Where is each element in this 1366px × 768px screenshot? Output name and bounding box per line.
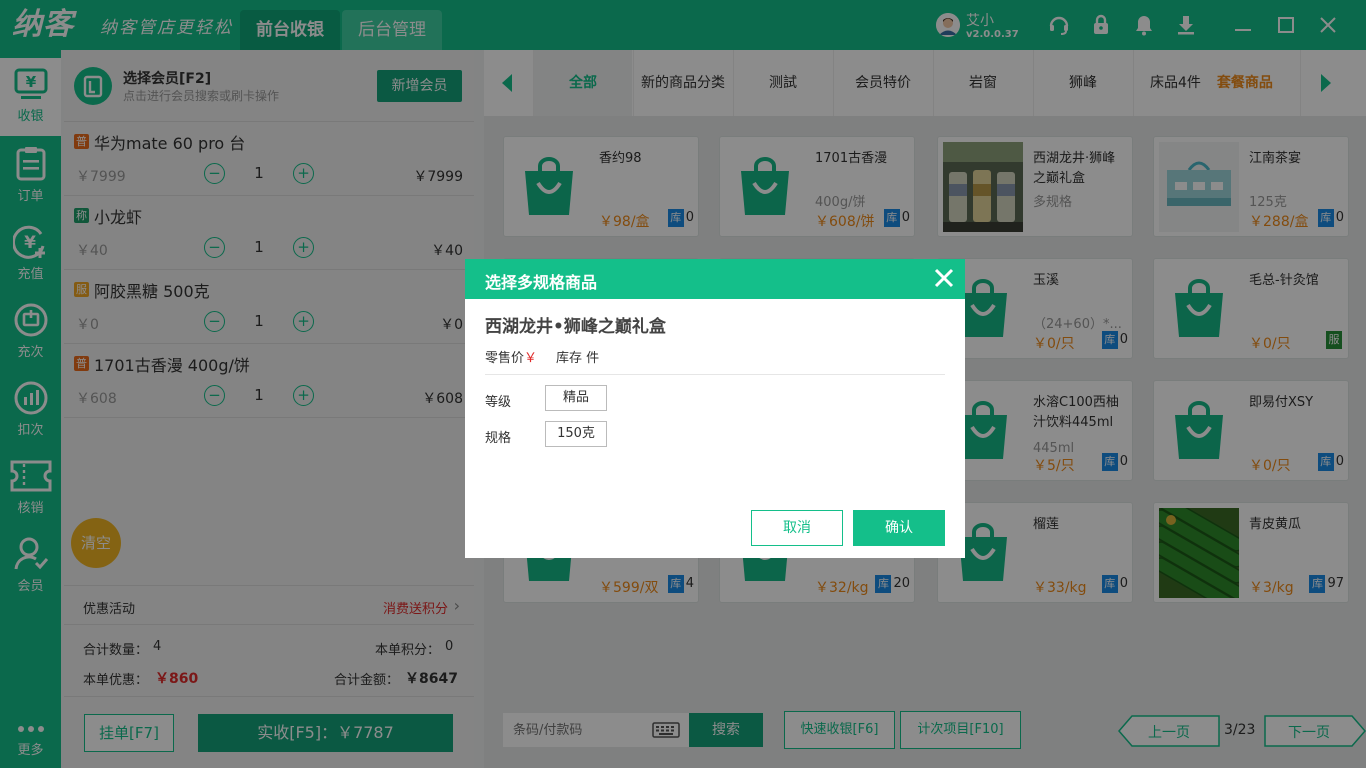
retail-price-symbol: ￥ — [524, 351, 538, 366]
retail-price-label: 零售价 — [485, 351, 525, 366]
dialog-header: 选择多规格商品 — [465, 259, 965, 299]
spec-option-size[interactable]: 150克 — [545, 421, 607, 447]
close-icon[interactable] — [933, 267, 955, 289]
confirm-button[interactable]: 确认 — [853, 510, 945, 546]
spec-label-size: 规格 — [485, 431, 512, 446]
divider — [485, 374, 945, 375]
spec-select-dialog: 选择多规格商品 西湖龙井•狮峰之巅礼盒 零售价￥ 库存 件 等级 精品 规格 1… — [465, 259, 965, 558]
dialog-stock: 库存 件 — [556, 351, 600, 366]
spec-option-grade[interactable]: 精品 — [545, 385, 607, 411]
cancel-button[interactable]: 取消 — [751, 510, 843, 546]
dialog-product-name: 西湖龙井•狮峰之巅礼盒 — [485, 317, 666, 337]
spec-label-grade: 等级 — [485, 395, 512, 410]
dialog-title: 选择多规格商品 — [485, 273, 598, 292]
dialog-retail-price: 零售价￥ — [485, 347, 537, 366]
